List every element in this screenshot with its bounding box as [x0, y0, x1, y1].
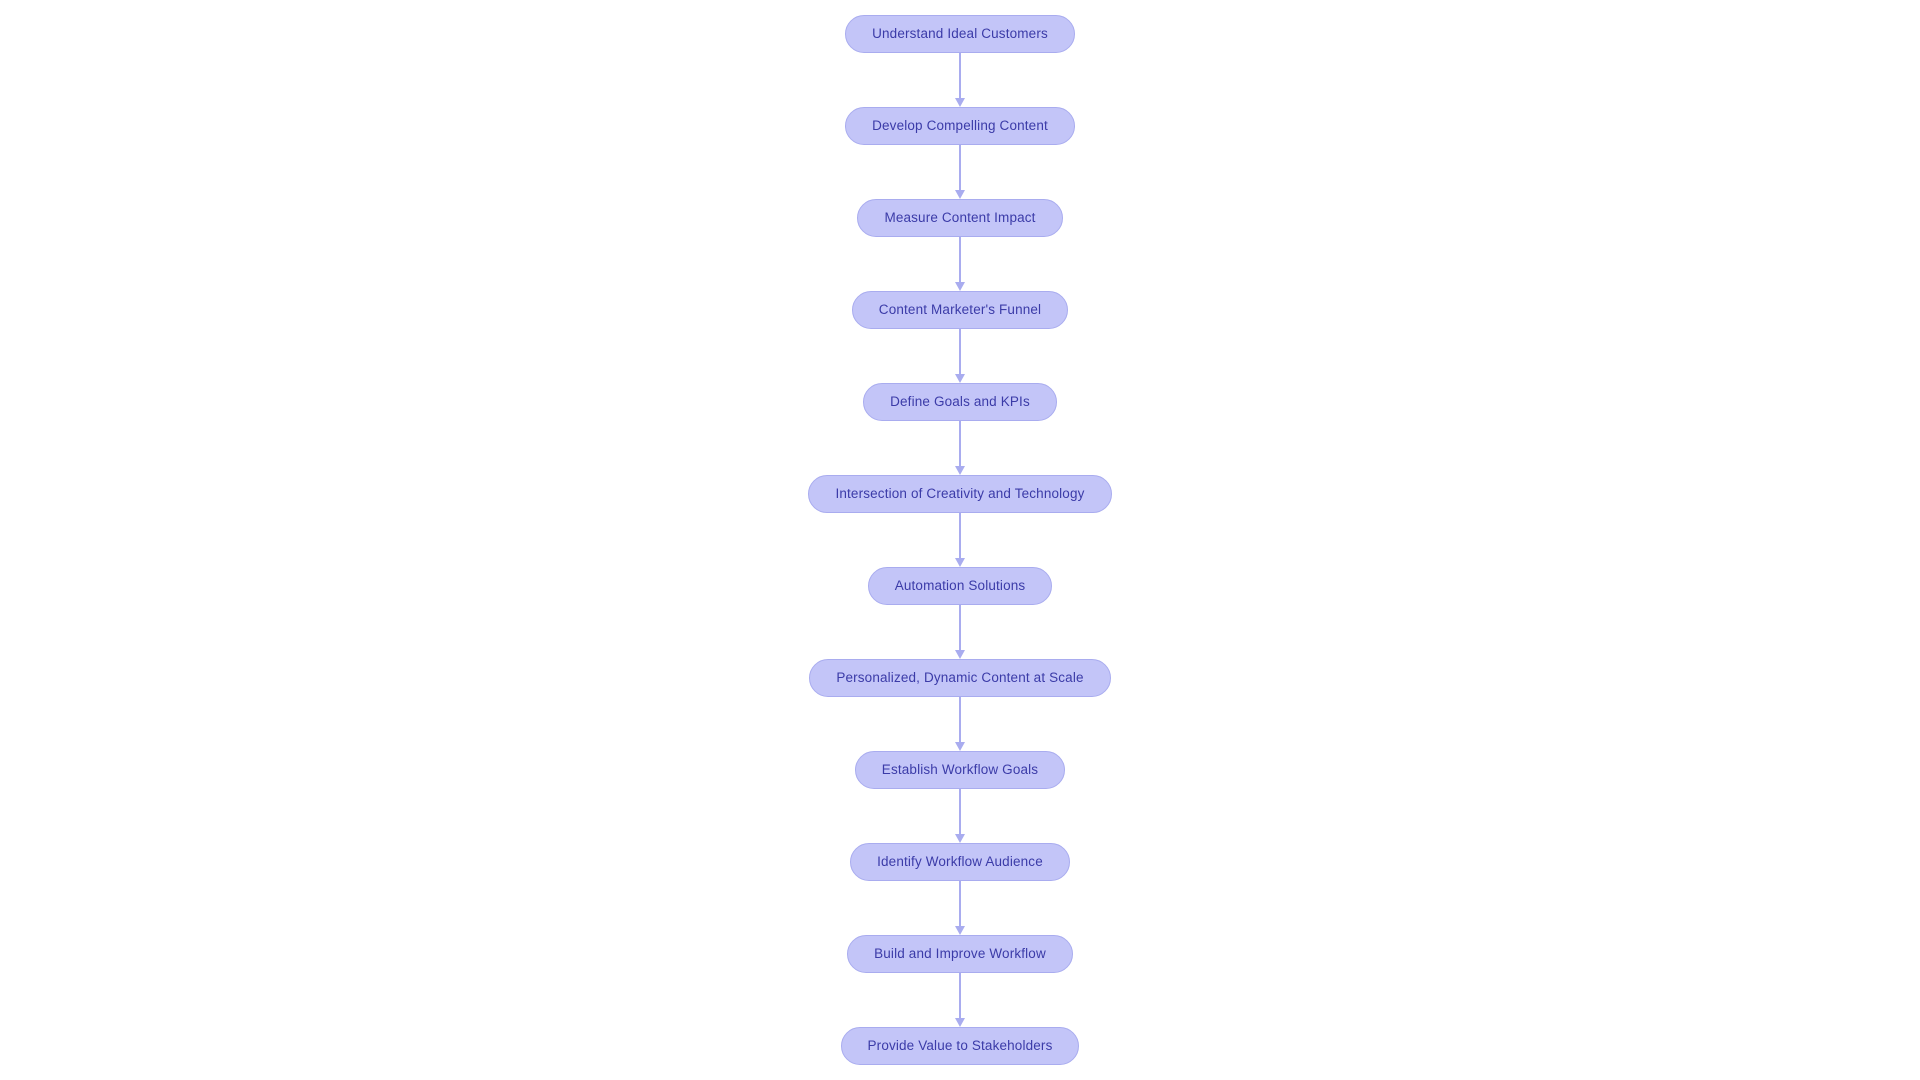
connector-line	[959, 421, 961, 467]
flow-node-n3[interactable]: Measure Content Impact	[857, 199, 1063, 237]
flow-connector-n1-to-n2	[947, 53, 973, 107]
connector-line	[959, 605, 961, 651]
connector-line	[959, 789, 961, 835]
down-arrow-icon	[955, 926, 965, 935]
flow-connector-n9-to-n10	[947, 789, 973, 843]
down-arrow-icon	[955, 1018, 965, 1027]
down-arrow-icon	[955, 650, 965, 659]
connector-line	[959, 145, 961, 191]
down-arrow-icon	[955, 98, 965, 107]
flow-connector-n11-to-n12	[947, 973, 973, 1027]
flow-connector-n2-to-n3	[947, 145, 973, 199]
flow-node-n9[interactable]: Establish Workflow Goals	[854, 751, 1066, 789]
flow-node-n6[interactable]: Intersection of Creativity and Technolog…	[808, 475, 1112, 513]
flow-connector-n8-to-n9	[947, 697, 973, 751]
connector-line	[959, 513, 961, 559]
flow-connector-n3-to-n4	[947, 237, 973, 291]
flow-connector-n6-to-n7	[947, 513, 973, 567]
connector-line	[959, 697, 961, 743]
connector-line	[959, 881, 961, 927]
flow-node-n10[interactable]: Identify Workflow Audience	[850, 843, 1070, 881]
down-arrow-icon	[955, 190, 965, 199]
down-arrow-icon	[955, 374, 965, 383]
connector-line	[959, 53, 961, 99]
flow-connector-n10-to-n11	[947, 881, 973, 935]
flow-connector-n7-to-n8	[947, 605, 973, 659]
flow-connector-n4-to-n5	[947, 329, 973, 383]
flow-node-n8[interactable]: Personalized, Dynamic Content at Scale	[809, 659, 1111, 697]
connector-line	[959, 237, 961, 283]
connector-line	[959, 329, 961, 375]
flow-node-n12[interactable]: Provide Value to Stakeholders	[840, 1027, 1080, 1065]
flow-connector-n5-to-n6	[947, 421, 973, 475]
flowchart-canvas: Understand Ideal Customers Develop Compel…	[0, 0, 1920, 1080]
down-arrow-icon	[955, 558, 965, 567]
connector-line	[959, 973, 961, 1019]
down-arrow-icon	[955, 282, 965, 291]
flow-node-n2[interactable]: Develop Compelling Content	[845, 107, 1075, 145]
flowchart-node-column: Understand Ideal Customers Develop Compel…	[0, 15, 1920, 1065]
down-arrow-icon	[955, 466, 965, 475]
flow-node-n5[interactable]: Define Goals and KPIs	[863, 383, 1057, 421]
down-arrow-icon	[955, 834, 965, 843]
down-arrow-icon	[955, 742, 965, 751]
flow-node-n4[interactable]: Content Marketer's Funnel	[851, 291, 1069, 329]
flow-node-n11[interactable]: Build and Improve Workflow	[847, 935, 1073, 973]
flow-node-n7[interactable]: Automation Solutions	[867, 567, 1053, 605]
flow-node-n1[interactable]: Understand Ideal Customers	[845, 15, 1075, 53]
